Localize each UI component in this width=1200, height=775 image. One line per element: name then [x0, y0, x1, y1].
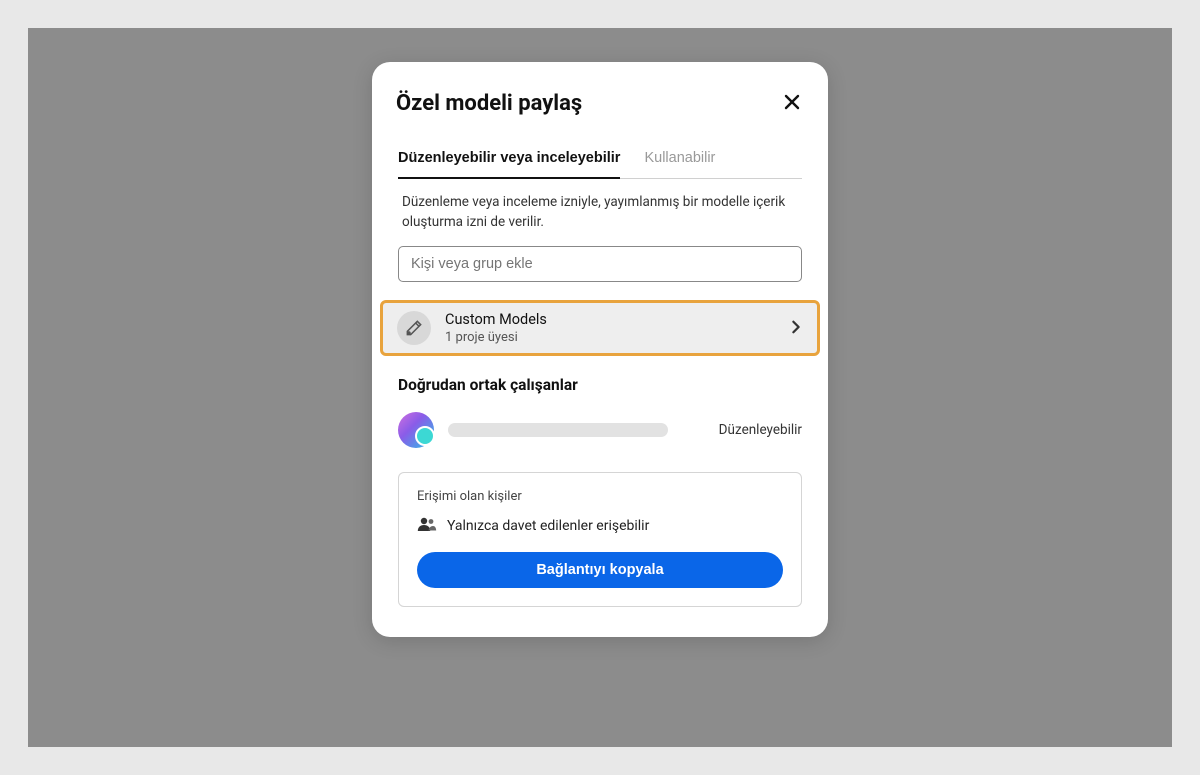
close-icon [784, 94, 800, 110]
share-tabs: Düzenleyebilir veya inceleyebilir Kullan… [398, 140, 802, 179]
collaborator-name-placeholder [448, 423, 668, 437]
permission-helper-text: Düzenleme veya inceleme izniyle, yayımla… [394, 193, 806, 246]
access-description: Yalnızca davet edilenler erişebilir [447, 518, 649, 534]
collaborator-row: Düzenleyebilir [394, 412, 806, 472]
chevron-right-icon [789, 319, 803, 338]
add-person-group-input[interactable] [398, 246, 802, 282]
access-heading: Erişimi olan kişiler [417, 489, 783, 504]
tab-edit-review[interactable]: Düzenleyebilir veya inceleyebilir [398, 140, 620, 178]
share-modal: Özel modeli paylaş Düzenleyebilir veya i… [372, 62, 828, 637]
modal-title: Özel modeli paylaş [396, 91, 582, 116]
project-card-custom-models[interactable]: Custom Models 1 proje üyesi [380, 300, 820, 356]
tab-usable[interactable]: Kullanabilir [644, 140, 715, 178]
avatar [398, 412, 434, 448]
collaborator-role-label: Düzenleyebilir [719, 422, 802, 438]
project-card-subtitle: 1 proje üyesi [445, 330, 789, 345]
copy-link-button[interactable]: Bağlantıyı kopyala [417, 552, 783, 588]
people-group-icon [417, 516, 437, 536]
project-card-title: Custom Models [445, 311, 789, 330]
access-card: Erişimi olan kişiler Yalnızca davet edil… [398, 472, 802, 607]
direct-collaborators-heading: Doğrudan ortak çalışanlar [394, 376, 806, 412]
edit-pencil-icon [397, 311, 431, 345]
modal-header: Özel modeli paylaş [394, 88, 806, 140]
close-button[interactable] [780, 88, 804, 118]
